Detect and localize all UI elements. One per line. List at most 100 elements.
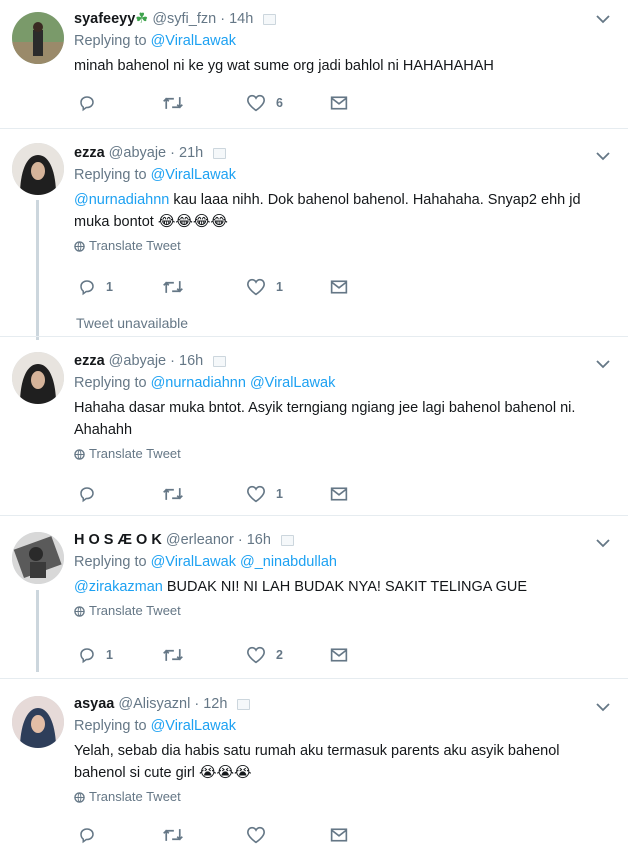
- like-button[interactable]: 6: [246, 94, 330, 112]
- emoji-group: 😭😭😭: [198, 764, 252, 781]
- like-button[interactable]: 1: [246, 278, 330, 296]
- timestamp[interactable]: 14h: [229, 11, 253, 27]
- tweet[interactable]: syafeeyy☘ @syfi_fzn · 14h Replying to @V…: [0, 0, 628, 129]
- globe-icon: [74, 792, 85, 803]
- mention-link[interactable]: @nurnadiahnn: [74, 192, 169, 208]
- timestamp[interactable]: 16h: [247, 532, 271, 548]
- tweet-text: Yelah, sebab dia habis satu rumah aku te…: [74, 740, 610, 784]
- reply-button[interactable]: 1: [78, 646, 162, 664]
- like-count: 2: [276, 648, 283, 662]
- retweet-button[interactable]: [162, 94, 246, 112]
- tweet-actions: 1: [78, 485, 414, 503]
- retweet-button[interactable]: [162, 646, 246, 664]
- replying-handle[interactable]: @nurnadiahnn @ViralLawak: [151, 375, 336, 391]
- translate-tweet[interactable]: Translate Tweet: [74, 237, 610, 255]
- chevron-down-icon[interactable]: [596, 151, 610, 161]
- display-name[interactable]: ezza: [74, 145, 105, 161]
- replying-label: Replying to: [74, 167, 147, 183]
- like-button[interactable]: [246, 826, 330, 844]
- replying-handle[interactable]: @ViralLawak @_ninabdullah: [151, 554, 337, 570]
- avatar[interactable]: [12, 352, 64, 404]
- reply-icon: [80, 648, 94, 664]
- handle[interactable]: @abyaje: [109, 353, 166, 369]
- retweet-icon: [163, 488, 183, 500]
- replying-handle[interactable]: @ViralLawak: [151, 167, 236, 183]
- replying-handle[interactable]: @ViralLawak: [151, 33, 236, 49]
- display-name[interactable]: syafeeyy: [74, 11, 135, 27]
- avatar[interactable]: [12, 143, 64, 195]
- timestamp[interactable]: 21h: [179, 145, 203, 161]
- tweet-text-line1: Hahaha dasar muka bntot. Asyik terngiang…: [74, 400, 576, 416]
- reply-button[interactable]: [78, 485, 162, 503]
- reply-count: 1: [106, 280, 113, 294]
- translate-tweet[interactable]: Translate Tweet: [74, 788, 610, 806]
- chevron-down-icon[interactable]: [596, 538, 610, 548]
- tweet-actions: [78, 826, 414, 844]
- tweet-text: minah bahenol ni ke yg wat sume org jadi…: [74, 58, 494, 74]
- like-button[interactable]: 1: [246, 485, 330, 503]
- handle[interactable]: @syfi_fzn: [152, 11, 216, 27]
- dm-button[interactable]: [330, 279, 414, 295]
- separator-dot: ·: [170, 145, 175, 161]
- translate-label: Translate Tweet: [89, 789, 181, 804]
- separator-dot: ·: [237, 532, 243, 548]
- clover-emoji: ☘: [135, 11, 149, 27]
- tweet[interactable]: asyaa @Alisyaznl · 12h Replying to @Vira…: [0, 680, 628, 857]
- handle[interactable]: @abyaje: [109, 145, 166, 161]
- mention-link[interactable]: @zirakazman: [74, 579, 163, 595]
- dm-button[interactable]: [330, 827, 414, 843]
- emoji-group: 😂😂😂😂: [157, 213, 228, 230]
- reply-icon: [80, 96, 94, 112]
- translate-tweet[interactable]: Translate Tweet: [74, 445, 610, 463]
- tweet-unavailable-divider: [0, 336, 628, 337]
- display-name[interactable]: asyaa: [74, 696, 114, 712]
- avatar[interactable]: [12, 696, 64, 748]
- handle[interactable]: @erleanor: [166, 532, 234, 548]
- timestamp[interactable]: 16h: [179, 353, 203, 369]
- display-name[interactable]: ezza: [74, 353, 105, 369]
- avatar[interactable]: [12, 532, 64, 584]
- tweet-header: ezza @abyaje · 16h: [74, 351, 610, 371]
- display-name[interactable]: H O S Æ O K: [74, 532, 162, 548]
- dm-button[interactable]: [330, 95, 414, 111]
- tweet[interactable]: ezza @abyaje · 16h Replying to @nurnadia…: [0, 338, 628, 516]
- replying-label: Replying to: [74, 554, 147, 570]
- retweet-button[interactable]: [162, 826, 246, 844]
- tweet-header: asyaa @Alisyaznl · 12h: [74, 694, 610, 714]
- chevron-down-icon[interactable]: [596, 14, 610, 24]
- tweet-text: @zirakazman BUDAK NI! NI LAH BUDAK NYA! …: [74, 576, 610, 598]
- chevron-down-icon[interactable]: [596, 702, 610, 712]
- replying-to: Replying to @ViralLawak: [74, 165, 610, 185]
- retweet-icon: [163, 281, 183, 293]
- replying-to: Replying to @ViralLawak @_ninabdullah: [74, 552, 610, 572]
- like-button[interactable]: 2: [246, 646, 330, 664]
- handle[interactable]: @Alisyaznl: [118, 696, 190, 712]
- reply-button[interactable]: 1: [78, 278, 162, 296]
- embed-icon: [237, 698, 251, 710]
- avatar[interactable]: [12, 12, 64, 64]
- tweet-text-line2: bahenol si cute girl: [74, 765, 199, 781]
- tweet-text-line1: Yelah, sebab dia habis satu rumah aku te…: [74, 743, 560, 759]
- replying-handle[interactable]: @ViralLawak: [151, 718, 236, 734]
- replying-to: Replying to @ViralLawak: [74, 716, 610, 736]
- tweet-text: @nurnadiahnn kau laaa nihh. Dok bahenol …: [74, 189, 610, 233]
- timestamp[interactable]: 12h: [203, 696, 227, 712]
- chevron-down-icon[interactable]: [596, 359, 610, 369]
- reply-button[interactable]: [78, 826, 162, 844]
- tweet[interactable]: ezza @abyaje · 21h Replying to @ViralLaw…: [0, 129, 628, 309]
- translate-label: Translate Tweet: [89, 603, 181, 618]
- dm-button[interactable]: [330, 486, 414, 502]
- like-icon: [246, 485, 266, 503]
- reply-button[interactable]: [78, 94, 162, 112]
- retweet-icon: [163, 649, 183, 661]
- tweet-header: ezza @abyaje · 21h: [74, 143, 610, 163]
- tweet-actions: 1 1: [78, 278, 414, 296]
- tweet[interactable]: H O S Æ O K @erleanor · 16h Replying to …: [0, 516, 628, 682]
- tweet-thread: syafeeyy☘ @syfi_fzn · 14h Replying to @V…: [0, 0, 628, 857]
- retweet-button[interactable]: [162, 485, 246, 503]
- retweet-button[interactable]: [162, 278, 246, 296]
- globe-icon: [74, 449, 85, 460]
- dm-icon: [330, 487, 348, 501]
- dm-button[interactable]: [330, 647, 414, 663]
- translate-tweet[interactable]: Translate Tweet: [74, 602, 610, 620]
